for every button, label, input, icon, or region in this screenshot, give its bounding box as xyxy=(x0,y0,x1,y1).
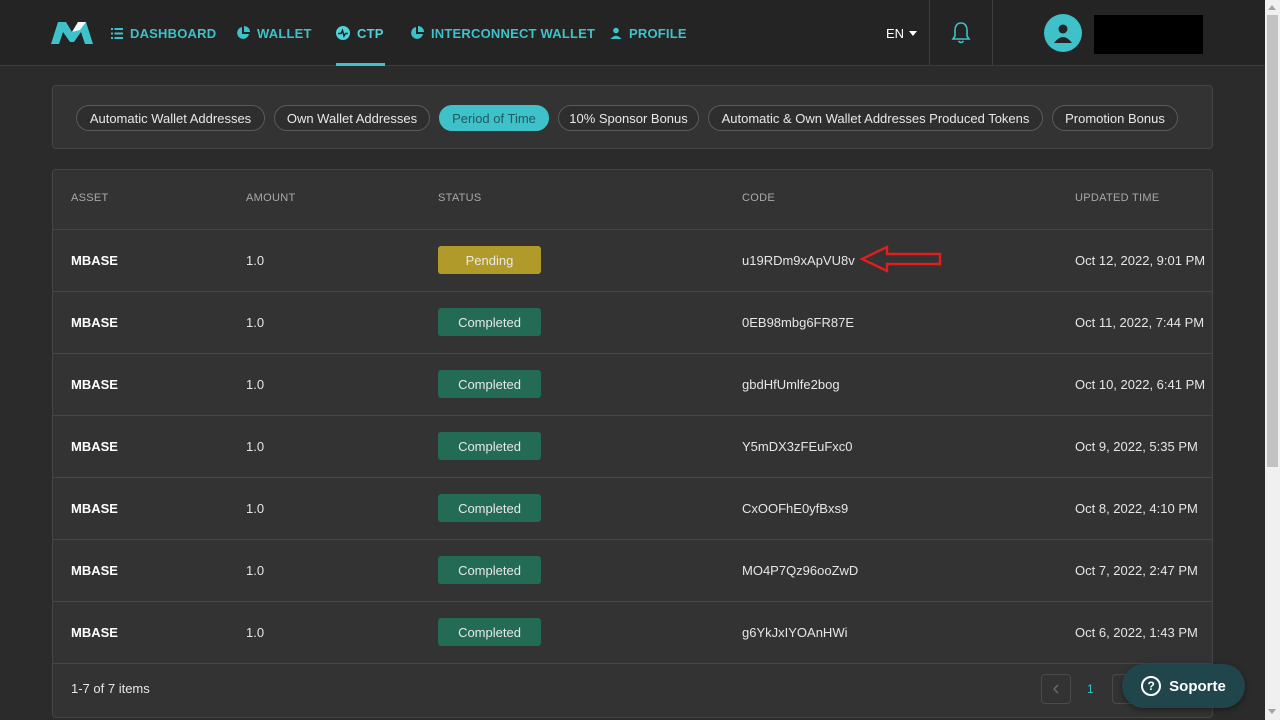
cell-amount: 1.0 xyxy=(246,439,265,454)
nav-ctp-label: CTP xyxy=(357,25,384,41)
cell-amount: 1.0 xyxy=(246,253,265,268)
user-icon xyxy=(1054,24,1072,43)
language-label: EN xyxy=(886,25,905,41)
cell-asset: MBASE xyxy=(71,563,118,578)
chip-period-of-time[interactable]: Period of Time xyxy=(439,105,549,131)
cell-code: 0EB98mbg6FR87E xyxy=(742,315,855,330)
help-icon: ? xyxy=(1141,676,1162,696)
bell-icon[interactable] xyxy=(950,21,972,45)
chevron-left-icon xyxy=(1053,684,1059,694)
status-badge: Completed xyxy=(438,556,541,584)
table-row[interactable]: MBASE 1.0 Completed CxOOFhE0yfBxs9 Oct 8… xyxy=(53,478,1212,540)
cell-code: gbdHfUmlfe2bog xyxy=(742,377,840,392)
chip-own-wallet-addresses[interactable]: Own Wallet Addresses xyxy=(274,105,430,131)
cell-updated-time: Oct 7, 2022, 2:47 PM xyxy=(1075,563,1198,578)
cell-updated-time: Oct 9, 2022, 5:35 PM xyxy=(1075,439,1198,454)
page-number-button[interactable]: 1 xyxy=(1087,682,1094,696)
cell-code: Y5mDX3zFEuFxc0 xyxy=(742,439,853,454)
cell-amount: 1.0 xyxy=(246,315,265,330)
header-status[interactable]: STATUS xyxy=(438,192,482,204)
cell-amount: 1.0 xyxy=(246,625,265,640)
cell-updated-time: Oct 8, 2022, 4:10 PM xyxy=(1075,501,1198,516)
nav-profile[interactable]: PROFILE xyxy=(610,0,687,66)
cell-updated-time: Oct 12, 2022, 9:01 PM xyxy=(1075,253,1206,268)
nav-ctp[interactable]: CTP xyxy=(336,0,385,66)
cell-updated-time: Oct 6, 2022, 1:43 PM xyxy=(1075,625,1198,640)
avatar[interactable] xyxy=(1044,14,1082,52)
scroll-down-icon[interactable] xyxy=(1268,709,1276,714)
table-row[interactable]: MBASE 1.0 Completed g6YkJxIYOAnHWi Oct 6… xyxy=(53,602,1212,664)
chip-promotion-bonus[interactable]: Promotion Bonus xyxy=(1052,105,1178,131)
header-code[interactable]: CODE xyxy=(742,192,775,204)
brand-logo[interactable] xyxy=(50,20,94,46)
scroll-up-icon[interactable] xyxy=(1268,5,1276,10)
cell-code: u19RDm9xApVU8v xyxy=(742,253,855,268)
status-badge: Completed xyxy=(438,494,541,522)
nav-profile-label: PROFILE xyxy=(629,25,687,41)
status-badge: Completed xyxy=(438,432,541,460)
nav-interconnect-wallet[interactable]: INTERCONNECT WALLET xyxy=(410,0,595,66)
status-badge: Pending xyxy=(438,246,541,274)
header-asset[interactable]: ASSET xyxy=(71,192,109,204)
chip-sponsor-bonus[interactable]: 10% Sponsor Bonus xyxy=(558,105,699,131)
red-arrow-icon xyxy=(859,245,942,273)
cell-asset: MBASE xyxy=(71,315,118,330)
table-row[interactable]: MBASE 1.0 Pending u19RDm9xApVU8v Oct 12,… xyxy=(53,230,1212,292)
cell-asset: MBASE xyxy=(71,501,118,516)
header-amount[interactable]: AMOUNT xyxy=(246,192,295,204)
table-row[interactable]: MBASE 1.0 Completed 0EB98mbg6FR87E Oct 1… xyxy=(53,292,1212,354)
chip-automatic-wallet-addresses[interactable]: Automatic Wallet Addresses xyxy=(76,105,265,131)
cell-amount: 1.0 xyxy=(246,563,265,578)
cell-amount: 1.0 xyxy=(246,377,265,392)
support-button[interactable]: ? Soporte xyxy=(1122,664,1245,708)
header-updated-time[interactable]: UPDATED TIME xyxy=(1075,192,1159,204)
cell-code: MO4P7Qz96ooZwD xyxy=(742,563,859,578)
nav-divider xyxy=(992,0,993,66)
nav-interconnect-label: INTERCONNECT WALLET xyxy=(431,25,596,41)
person-icon xyxy=(610,27,622,39)
status-badge: Completed xyxy=(438,370,541,398)
language-selector[interactable]: EN xyxy=(886,0,918,66)
cell-asset: MBASE xyxy=(71,625,118,640)
nav-wallet-label: WALLET xyxy=(257,25,312,41)
cell-updated-time: Oct 10, 2022, 6:41 PM xyxy=(1075,377,1206,392)
filter-panel: Automatic Wallet Addresses Own Wallet Ad… xyxy=(52,85,1213,149)
pagination-summary: 1-7 of 7 items xyxy=(71,681,150,696)
prev-page-button[interactable] xyxy=(1041,674,1071,704)
status-badge: Completed xyxy=(438,618,541,646)
cell-asset: MBASE xyxy=(71,377,118,392)
top-navbar: DASHBOARD WALLET CTP INTERCONNECT WALLET… xyxy=(0,0,1265,66)
table-row[interactable]: MBASE 1.0 Completed MO4P7Qz96ooZwD Oct 7… xyxy=(53,540,1212,602)
nav-dashboard[interactable]: DASHBOARD xyxy=(111,0,216,66)
nav-divider xyxy=(929,0,930,66)
status-badge: Completed xyxy=(438,308,541,336)
pie-chart-icon xyxy=(410,26,424,40)
chip-produced-tokens[interactable]: Automatic & Own Wallet Addresses Produce… xyxy=(708,105,1043,131)
redacted-username[interactable] xyxy=(1094,15,1203,54)
cell-asset: MBASE xyxy=(71,253,118,268)
cell-code: g6YkJxIYOAnHWi xyxy=(742,625,848,640)
scrollbar-thumb[interactable] xyxy=(1267,15,1278,467)
transactions-table: ASSET AMOUNT STATUS CODE UPDATED TIME MB… xyxy=(52,169,1213,718)
nav-wallet[interactable]: WALLET xyxy=(236,0,312,66)
pulse-icon xyxy=(336,26,350,40)
list-icon xyxy=(111,27,123,39)
table-row[interactable]: MBASE 1.0 Completed Y5mDX3zFEuFxc0 Oct 9… xyxy=(53,416,1212,478)
cell-amount: 1.0 xyxy=(246,501,265,516)
pie-chart-icon xyxy=(236,26,250,40)
table-row[interactable]: MBASE 1.0 Completed gbdHfUmlfe2bog Oct 1… xyxy=(53,354,1212,416)
nav-dashboard-label: DASHBOARD xyxy=(130,25,217,41)
cell-updated-time: Oct 11, 2022, 7:44 PM xyxy=(1075,315,1205,330)
cell-asset: MBASE xyxy=(71,439,118,454)
caret-down-icon xyxy=(909,30,918,36)
support-label: Soporte xyxy=(1169,677,1226,695)
cell-code: CxOOFhE0yfBxs9 xyxy=(742,501,849,516)
table-header: ASSET AMOUNT STATUS CODE UPDATED TIME xyxy=(53,170,1212,230)
